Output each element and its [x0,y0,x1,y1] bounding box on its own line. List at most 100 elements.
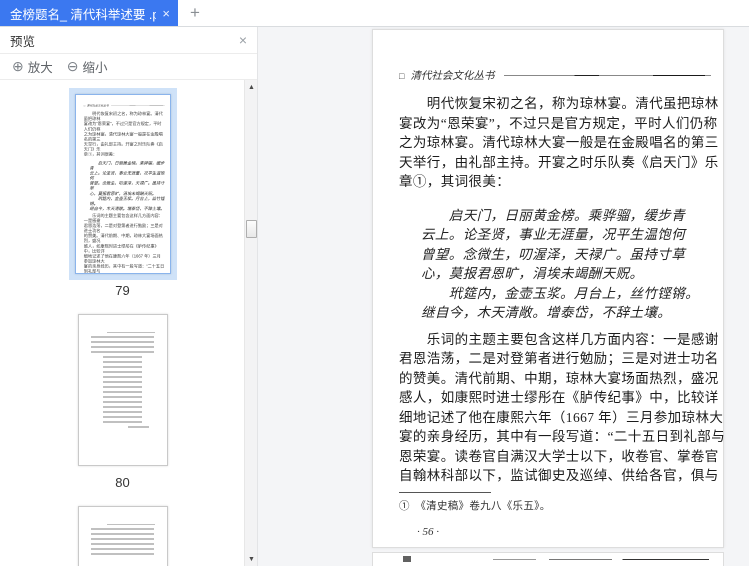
text-line: 启天门，日丽黄金榜。乘骅骝，缓步青 [421,207,686,223]
tab-close-icon[interactable]: × [162,6,170,21]
footnote: ① 《清史稿》卷九八《乐五》。 [399,500,551,512]
text-line: 宴的亲身经历，其中有一段写道：“二十五日到礼部与 [83,264,164,274]
thumbnail-text-line [103,416,142,418]
zoom-in-icon: ⊕ [12,58,24,74]
tab-bar: 金榜题名_ 清代科举述要 .pdf × + [0,0,749,27]
thumbnail-text-line [103,361,142,363]
footnote-rule [399,491,491,493]
page-number: · 56 · [417,525,439,538]
text-line: 自翰林科部以下，监试御史及巡绰、供给各官，俱与 [399,468,719,483]
thumbnail-text-line [91,533,154,535]
thumbnail-item-79[interactable]: □ 清代社会文化丛书 明代恢复宋初之名，称为琼林宴。清代虽把琼林 宴改为“恩荣宴”… [68,88,177,298]
preview-panel-title: 预览 [10,34,36,49]
paragraph-2: 乐词的主题主要包含这样几方面内容：一是感谢 君恩浩荡，二是对登第者进行勉励；三是对… [399,330,726,486]
text-line: 感人，如康熙时进士缪彤在《胪传纪事》中，比较详 [399,390,719,405]
text-line: 章①，其词很美： [83,152,117,157]
text-line: 君恩浩荡，二是对登第者进行勉励；三是对进士功名 [399,351,719,366]
thumbnail-text-line [103,371,142,373]
thumbnail-page-81[interactable] [77,506,168,566]
thumbnail-text-line [91,538,154,540]
text-line: 天举行，由礼部主持。开宴之时乐队奏《启天门》乐 [83,142,163,152]
thumbnail-80-placeholder-text [79,315,167,428]
text-line: 宴改为“恩荣宴”，不过只是官方规定，平时人们仍称 [399,115,718,131]
text-line: 曾望。念微生，叨渥泽，天禄广。虽持寸草 [421,246,686,262]
text-line: 乐词的主题主要包含这样几方面内容：一是感谢 [399,331,719,347]
zoom-in-button[interactable]: ⊕ 放大 [12,57,53,76]
running-header: □ 清代社会文化丛书 [399,68,711,83]
mini-header-square: □ [83,104,85,108]
thumbnail-text-line [91,336,154,338]
new-tab-button[interactable]: + [178,0,212,26]
tab-title: 金榜题名_ 清代科举述要 .pdf [10,7,157,22]
thumbnail-page-79[interactable]: □ 清代社会文化丛书 明代恢复宋初之名，称为琼林宴。清代虽把琼林 宴改为“恩荣宴”… [74,94,171,274]
mini-header-text: 清代社会文化丛书 [86,104,109,108]
thumbnail-text-line [103,411,142,413]
text-line: 宴的亲身经历，其中有一段写道：“二十五日到礼部与 [399,429,726,444]
text-line: 玳筵内，金壶玉浆。月台上，丝竹铿锵。 [421,285,699,301]
text-line: 玳筵内，金壶玉浆。月台上，丝竹铿锵。 [89,196,164,206]
text-line: 的赞美。清代前期、中期，琼林大宴场面热烈，盛况 [399,370,719,386]
text-line: 启天门，日丽黄金榜。乘骅骝，缓步青 [89,160,164,171]
app-body: 预览 × ⊕ 放大 ⊖ 缩小 □ 清代社会文化丛书 明代恢复宋初之名，称为琼林宴… [0,27,749,566]
text-line: 继自今，木天清敞。增泰岱，不辞土壤。 [421,305,672,320]
zoom-out-button[interactable]: ⊖ 缩小 [67,57,108,76]
paragraph-1: 明代恢复宋初之名，称为琼林宴。清代虽把琼林 宴改为“恩荣宴”，不过只是官方规定，平… [399,94,719,192]
document-tab[interactable]: 金榜题名_ 清代科举述要 .pdf × [0,0,178,26]
thumbnail-text-line [103,376,142,378]
header-square-icon: □ [399,70,405,81]
text-line: 细地记述了他在康熙六年（1667 年）三月参加琼林大 [399,409,724,425]
thumbnail-text-line [106,524,155,525]
next-page-header-rule [493,559,709,560]
document-view[interactable]: □ 清代社会文化丛书 明代恢复宋初之名，称为琼林宴。清代虽把琼林 宴改为“恩荣宴”… [258,27,749,566]
mini-running-header: □ 清代社会文化丛书 [83,104,165,108]
zoom-out-label: 缩小 [82,61,108,75]
preview-sidebar: 预览 × ⊕ 放大 ⊖ 缩小 □ 清代社会文化丛书 明代恢复宋初之名，称为琼林宴… [0,27,258,566]
text-line: 明代恢复宋初之名，称为琼林宴。清代虽把琼林 [83,111,163,122]
thumbnail-text-line [103,421,142,423]
thumbnail-text-line [91,548,154,550]
thumbnail-text-line [91,553,154,555]
thumbnail-text-line [91,543,154,545]
panel-close-icon[interactable]: × [239,32,247,48]
thumbnail-text-line [91,346,154,348]
thumbnail-text-line [103,381,142,383]
thumbnail-item-81[interactable] [72,500,174,566]
thumbnail-label-79: 79 [115,283,130,298]
text-line: 心，莫报君恩旷，涓埃未竭酬天贶。 [421,266,644,281]
thumbnail-selection-highlight: □ 清代社会文化丛书 明代恢复宋初之名，称为琼林宴。清代虽把琼林 宴改为“恩荣宴”… [68,88,177,280]
thumbnail-list: □ 清代社会文化丛书 明代恢复宋初之名，称为琼林宴。清代虽把琼林 宴改为“恩荣宴”… [0,80,257,566]
text-line: 乐词的主题主要包含这样几方面内容：一是感谢 [83,213,163,223]
preview-toolbar: ⊕ 放大 ⊖ 缩小 [0,54,257,80]
zoom-out-icon: ⊖ [66,58,79,74]
thumbnail-text-line [103,391,142,393]
text-line: 之为琼林宴。清代琼林大宴一般是在金殿唱名的第三 [83,131,163,142]
thumbnail-page-80[interactable] [77,314,168,466]
running-header-rule [504,75,711,76]
text-line: 云上。论圣贤，事业无涯量，况平生温饱何 [89,171,164,181]
mini-paragraph-1: 明代恢复宋初之名，称为琼林宴。清代虽把琼林 宴改为“恩荣宴”，不过只是官方规定，平… [83,111,164,157]
next-page-edge [372,552,724,566]
preview-panel-header: 预览 × [0,27,257,54]
text-line: 君恩浩荡，二是对登第者进行勉励；三是对进士功名 [83,223,163,234]
text-line: 恩荣宴。读卷官自满汉大学士以下，收卷官、掌卷官 [399,448,719,464]
next-page-header-mark [403,556,411,562]
thumbnail-text-line [91,528,154,530]
running-header-text: 清代社会文化丛书 [410,71,495,82]
thumbnail-item-80[interactable]: 80 [72,308,174,490]
text-line: 天举行，由礼部主持。开宴之时乐队奏《启天门》乐 [399,154,719,170]
text-line: 细地记述了他在康熙六年（1667 年）三月参加琼林大 [83,253,161,264]
document-page-79: □ 清代社会文化丛书 明代恢复宋初之名，称为琼林宴。清代虽把琼林 宴改为“恩荣宴”… [372,29,726,548]
sidebar-scrollbar[interactable]: ▲ ▼ [244,80,257,566]
text-line: 继自今，木天清敞。增泰岱，不辞土壤。 [89,206,164,211]
thumbnail-text-line [103,396,142,398]
scrollbar-thumb[interactable] [246,220,257,238]
text-line: 的赞美。清代前期、中期，琼林大宴场面热烈，盛况 [83,233,163,244]
thumbnail-text-line [106,332,155,333]
thumbnail-text-line [103,366,142,368]
scroll-up-icon[interactable]: ▲ [245,80,257,94]
thumbnail-text-line [103,356,142,358]
text-line: 章①，其词很美： [399,174,511,189]
text-line: 宴改为“恩荣宴”，不过只是官方规定，平时人们仍称 [83,121,161,132]
scroll-down-icon[interactable]: ▼ [245,552,257,566]
thumbnail-text-line [91,351,154,353]
